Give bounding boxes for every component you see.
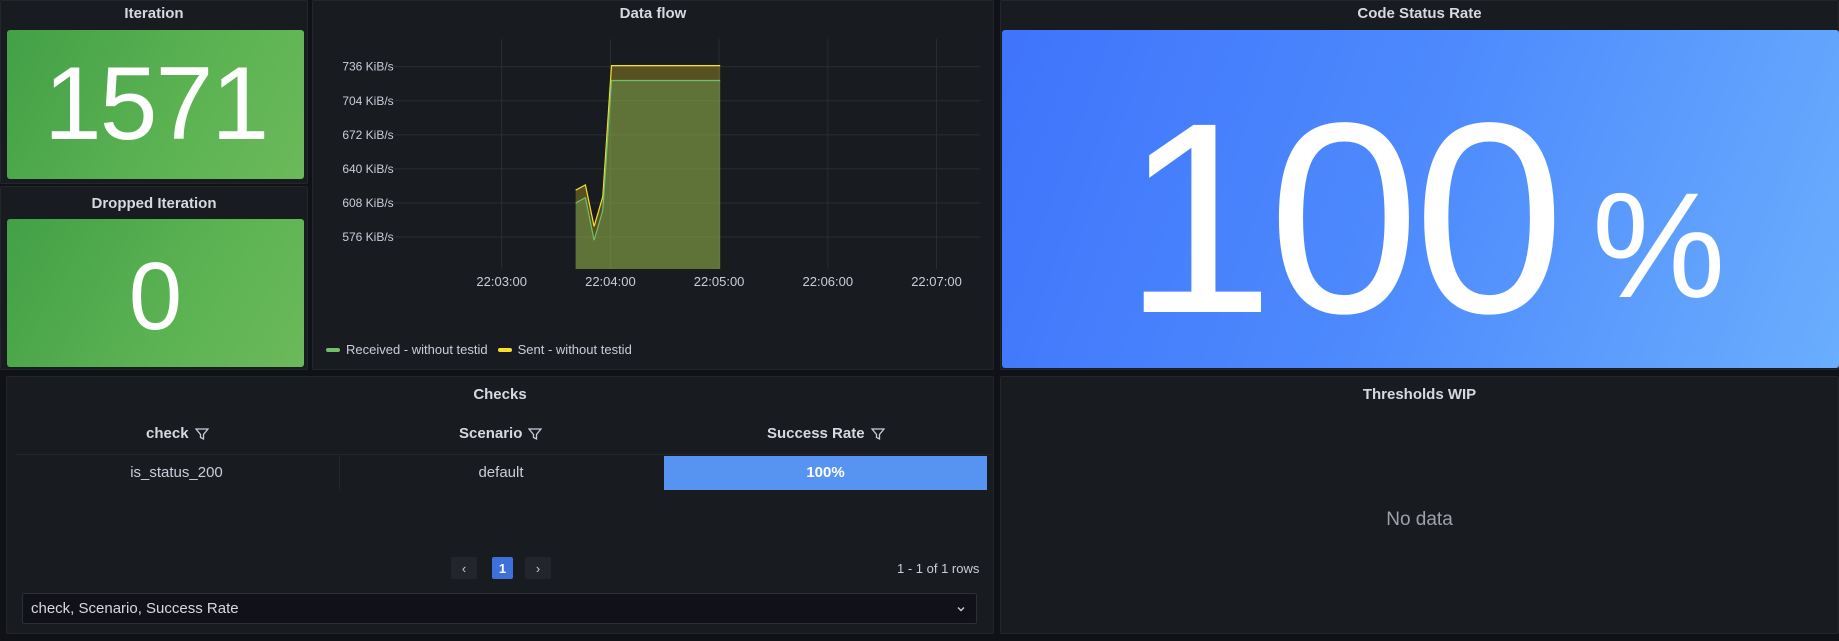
y-tick-label: 608 KiB/s bbox=[342, 196, 393, 210]
code-status-title: Code Status Rate bbox=[1357, 5, 1482, 22]
code-status-panel: Code Status Rate 100 % bbox=[1000, 0, 1839, 370]
x-tick-label: 22:05:00 bbox=[694, 274, 745, 289]
y-tick-label: 704 KiB/s bbox=[342, 94, 393, 108]
dataflow-legend: Received - without testid Sent - without… bbox=[326, 342, 632, 357]
legend-swatch-sent bbox=[497, 347, 512, 352]
y-tick-label: 672 KiB/s bbox=[342, 128, 393, 142]
x-tick-label: 22:06:00 bbox=[803, 274, 854, 289]
series-area-received bbox=[575, 80, 721, 270]
code-status-stat[interactable]: 100 % bbox=[1002, 30, 1839, 368]
column-header-check[interactable]: check bbox=[146, 425, 209, 442]
y-tick-label: 736 KiB/s bbox=[342, 60, 393, 74]
pagination-next-button[interactable]: › bbox=[525, 557, 551, 579]
filter-icon[interactable] bbox=[528, 427, 543, 441]
thresholds-panel: Thresholds WIP No data bbox=[1000, 376, 1839, 634]
checks-panel: Checks check Scenario Success Rate is_st… bbox=[6, 376, 994, 634]
legend-swatch-received bbox=[326, 347, 340, 352]
column-header-scenario[interactable]: Scenario bbox=[459, 425, 543, 442]
column-header-success-rate-label: Success Rate bbox=[767, 425, 865, 442]
thresholds-title: Thresholds WIP bbox=[1362, 386, 1477, 403]
success-rate-value: 100% bbox=[806, 464, 845, 481]
no-data-message: No data bbox=[1386, 509, 1453, 530]
cell-check: is_status_200 bbox=[130, 464, 223, 481]
checks-title: Checks bbox=[473, 386, 527, 403]
filter-icon[interactable] bbox=[194, 427, 209, 441]
iteration-title: Iteration bbox=[124, 5, 184, 22]
column-header-check-label: check bbox=[146, 425, 189, 442]
x-tick-label: 22:03:00 bbox=[476, 274, 527, 289]
pagination-prev-button[interactable]: ‹ bbox=[451, 557, 477, 579]
dropped-iteration-panel: Dropped Iteration 0 bbox=[0, 186, 308, 370]
column-select-value: check, Scenario, Success Rate bbox=[31, 600, 239, 617]
iteration-stat[interactable]: 1571 bbox=[7, 30, 304, 179]
dropped-iteration-stat[interactable]: 0 bbox=[7, 219, 304, 367]
cell-success-rate: 100% bbox=[664, 456, 987, 490]
filter-icon[interactable] bbox=[870, 427, 885, 441]
column-header-success-rate[interactable]: Success Rate bbox=[767, 425, 885, 442]
dropped-iteration-value: 0 bbox=[128, 243, 183, 350]
dataflow-chart[interactable]: 736 KiB/s 704 KiB/s 672 KiB/s 640 KiB/s 608 … bbox=[313, 1, 995, 341]
y-tick-label: 640 KiB/s bbox=[342, 162, 393, 176]
legend-item-sent[interactable]: Sent - without testid bbox=[497, 342, 632, 357]
cell-scenario: default bbox=[478, 464, 524, 481]
x-tick-label: 22:04:00 bbox=[585, 274, 636, 289]
column-select[interactable]: check, Scenario, Success Rate bbox=[22, 593, 977, 624]
pagination-page-1[interactable]: 1 bbox=[492, 557, 513, 579]
dropped-iteration-title: Dropped Iteration bbox=[91, 195, 217, 212]
code-status-value: 100 bbox=[1123, 66, 1565, 370]
x-tick-label: 22:07:00 bbox=[911, 274, 962, 289]
chevron-down-icon bbox=[957, 607, 965, 612]
pagination-row-count: 1 - 1 of 1 rows bbox=[897, 561, 980, 576]
legend-label-received: Received - without testid bbox=[346, 342, 488, 357]
column-header-scenario-label: Scenario bbox=[459, 425, 523, 442]
legend-item-received[interactable]: Received - without testid bbox=[326, 342, 488, 357]
legend-label-sent: Sent - without testid bbox=[517, 342, 632, 357]
code-status-unit: % bbox=[1592, 161, 1726, 329]
table-row[interactable]: is_status_200 default 100% bbox=[15, 455, 991, 490]
iteration-value: 1571 bbox=[43, 46, 269, 162]
y-tick-label: 576 KiB/s bbox=[342, 230, 393, 244]
iteration-panel: Iteration 1571 bbox=[0, 0, 308, 184]
dataflow-panel: Data flow 736 KiB/s 704 KiB/s 672 KiB/s 640… bbox=[312, 0, 994, 370]
